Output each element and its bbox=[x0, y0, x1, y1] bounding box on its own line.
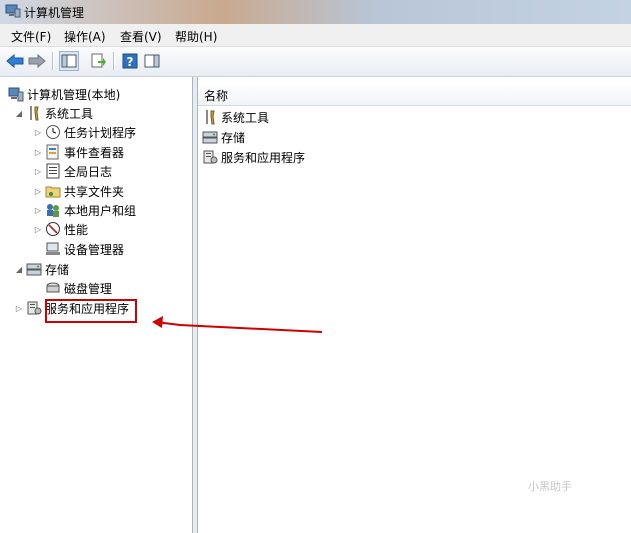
watermark: 小黑助手 bbox=[528, 480, 572, 493]
annotation-arrow bbox=[152, 316, 323, 333]
